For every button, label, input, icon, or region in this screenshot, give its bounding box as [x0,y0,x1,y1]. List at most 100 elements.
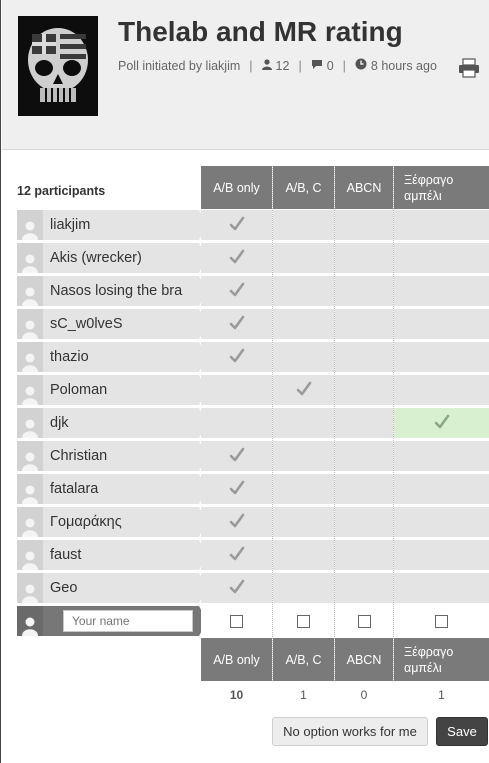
checkmark-icon [229,480,245,499]
participant-name: Nasos losing the bra [50,283,183,299]
vote-cell [335,441,393,471]
vote-cell [335,276,393,306]
your-name-input[interactable] [63,610,193,632]
comment-count: 0 [326,58,334,73]
participant-name-tag: sC_w0lveS [17,309,207,339]
checkmark-icon [229,348,245,367]
vote-cell [273,342,334,372]
column-divider [334,166,335,681]
meta-separator: | [342,58,346,73]
option-count: 10 [229,688,244,702]
poll-title: Thelab and MR rating [118,16,403,47]
vote-cell [201,441,272,471]
user-icon [17,342,43,372]
meta-separator: | [298,58,302,73]
participant-name: thazio [50,349,89,365]
vote-cell [335,375,393,405]
new-participant-tag [17,606,207,636]
user-icon [17,507,43,537]
save-button[interactable]: Save [436,717,488,746]
checkmark-icon [229,315,245,334]
vote-cell [335,243,393,273]
user-icon [261,58,272,73]
vote-cell [273,210,334,240]
vote-cell [335,540,393,570]
column-footer-1: A/B only [201,638,272,681]
new-vote-cell [394,606,489,636]
vote-checkbox[interactable] [357,614,371,628]
checkmark-icon [229,546,245,565]
vote-cell [273,309,334,339]
vote-cell [273,375,334,405]
vote-cell [273,441,334,471]
participant-name: fatalara [50,481,99,497]
vote-cell [394,474,489,504]
clock-icon [355,58,367,73]
vote-checkbox[interactable] [230,614,243,628]
vote-cell [273,507,334,537]
participant-name: liakjim [50,217,91,233]
vote-cell [335,342,393,372]
column-footer-2: A/B, C [273,638,334,681]
poll-meta: Poll initiated by liakjim | 12 | 0 | 8 h… [118,58,437,73]
vote-cell [201,474,272,504]
user-icon [17,606,43,636]
vote-cell [394,507,489,537]
vote-cell [394,540,489,570]
vote-cell [335,507,393,537]
vote-cell [394,243,489,273]
vote-cell [201,540,272,570]
participant-name: Γομαράκης [50,514,122,530]
vote-cell [201,309,272,339]
poll-page: Thelab and MR rating Poll initiated by l… [0,0,489,763]
vote-cell [201,573,272,603]
user-icon [17,540,43,570]
comment-icon [311,59,323,73]
participant-name-tag: Γομαράκης [17,507,207,537]
vote-cell [394,573,489,603]
participant-count: 12 [275,58,290,73]
user-icon [17,243,43,273]
vote-cell [273,474,334,504]
poll-avatar [18,16,98,116]
participant-name: Poloman [50,382,108,398]
checkmark-icon [229,249,245,268]
vote-cell [201,210,272,240]
meta-separator: | [249,58,253,73]
participant-name-tag: Geo [17,573,207,603]
checkmark-icon [296,381,312,400]
participant-name-tag: Christian [17,441,207,471]
vote-cell [201,507,272,537]
participant-name: Geo [50,580,78,596]
vote-checkbox[interactable] [435,614,448,628]
participant-name: faust [50,547,82,563]
new-vote-cell [335,606,393,636]
column-header-4: Ξέφραγο αμπέλι [394,166,489,209]
no-option-button[interactable]: No option works for me [272,717,428,746]
column-divider [272,166,273,681]
vote-cell [201,276,272,306]
participant-name: Christian [50,448,108,464]
vote-checkbox[interactable] [297,614,310,628]
user-icon [17,276,43,306]
participant-name-tag: Poloman [17,375,207,405]
vote-cell [335,408,393,438]
vote-cell [335,573,393,603]
checkmark-icon [229,282,245,301]
vote-cell [273,540,334,570]
vote-cell [273,243,334,273]
user-icon [17,375,43,405]
vote-cell [335,474,393,504]
column-header-1: A/B only [201,166,272,209]
poll-header: Thelab and MR rating Poll initiated by l… [2,0,489,150]
participant-name-tag: Nasos losing the bra [17,276,207,306]
printer-icon[interactable] [458,58,480,78]
time-ago: 8 hours ago [370,58,437,73]
column-footer-3: ABCN [335,638,393,681]
vote-cell [273,408,334,438]
vote-cell [201,375,272,405]
vote-cell [201,342,272,372]
new-vote-cell [201,606,272,636]
participant-name: djk [50,415,69,431]
vote-cell [273,276,334,306]
